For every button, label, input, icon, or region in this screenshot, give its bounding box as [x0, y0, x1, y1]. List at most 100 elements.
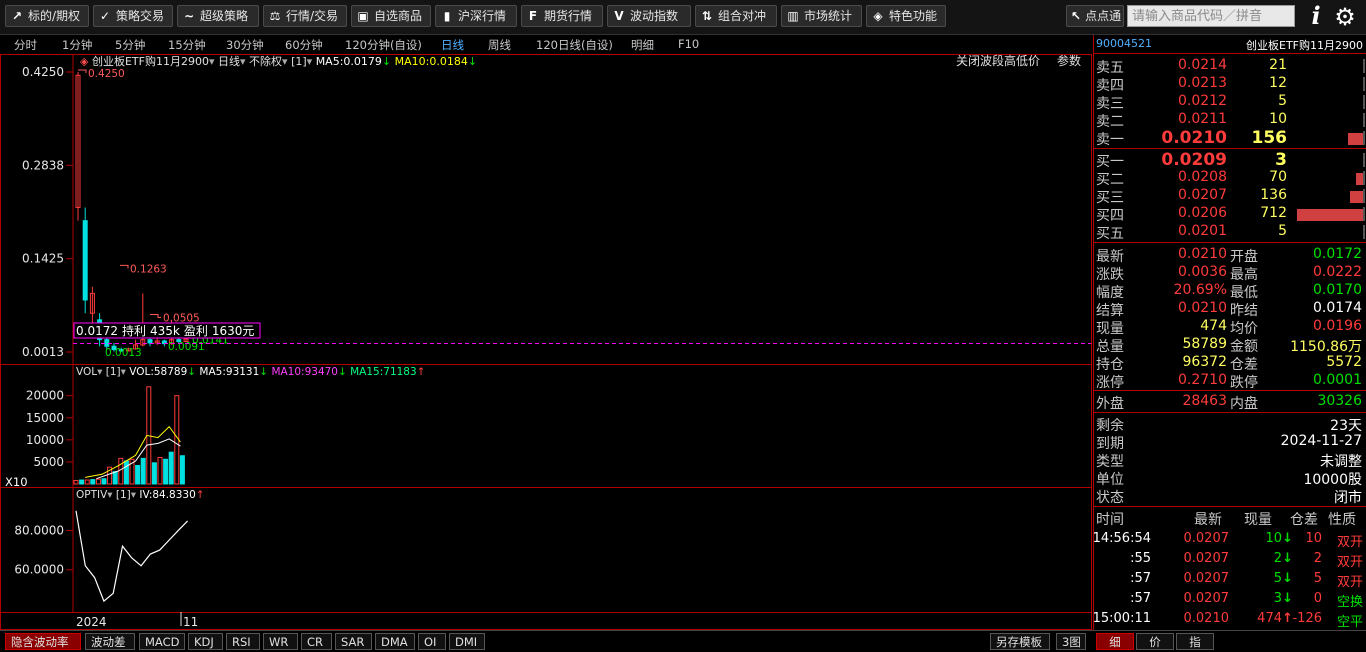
price-annotation: 0.0013 — [105, 347, 142, 359]
quote-panel-tab[interactable]: 细 — [1096, 633, 1134, 650]
book-scroll-track — [1363, 189, 1365, 203]
indicator-tab[interactable]: DMA — [375, 633, 415, 650]
indicator-tab[interactable]: 隐含波动率 — [5, 633, 81, 650]
volume-bar — [163, 458, 169, 485]
vol-y-tick-label: 5000 — [33, 455, 64, 469]
adjust-mode: 不除权 — [249, 54, 282, 68]
book-price[interactable]: 0.0209 — [1161, 150, 1227, 170]
toolbar-button-label: 行情/交易 — [286, 9, 339, 23]
contract-info-label: 到期 — [1096, 436, 1124, 452]
book-price[interactable]: 0.0206 — [1178, 205, 1227, 221]
book-price[interactable]: 0.0212 — [1178, 93, 1227, 109]
main-chart-title[interactable]: ◈ 创业板ETF购11月2900▾ 日线▾ 不除权▾ [1]▾ MA5:0.01… — [80, 54, 477, 68]
volume-bar — [90, 479, 96, 485]
save-template-button[interactable]: 另存模板 — [990, 633, 1050, 650]
book-price[interactable]: 0.0201 — [1178, 223, 1227, 239]
outer-volume-label: 外盘 — [1096, 396, 1124, 412]
book-price[interactable]: 0.0214 — [1178, 57, 1227, 73]
tick-table-header: 仓差 — [1290, 512, 1318, 528]
book-price[interactable]: 0.0207 — [1178, 187, 1227, 203]
period-tab[interactable]: 120日线(自设) — [536, 37, 613, 53]
toolbar-check-button[interactable]: ✓ 策略交易 — [93, 5, 173, 27]
quote-stat-label: 现量 — [1096, 321, 1124, 337]
toolbar-scale-button[interactable]: ⚖ 行情/交易 — [263, 5, 347, 27]
toolbar-wave-button[interactable]: ∼ 超级策略 — [177, 5, 259, 27]
bottom-tabs: 隐含波动率 波动差 MACD KDJ RSI WR CR SAR DMA OI DMI 另存模板 3图细… — [0, 630, 1366, 652]
indicator-tab[interactable]: MACD — [139, 633, 185, 650]
down-arrow-icon: ↓ — [1282, 531, 1293, 546]
volume-bar — [112, 471, 118, 485]
vol-value: VOL:58789 — [129, 366, 187, 378]
book-price[interactable]: 0.0213 — [1178, 75, 1227, 91]
book-price[interactable]: 0.0208 — [1178, 169, 1227, 185]
position-info-item: 0.0172 — [76, 324, 118, 338]
toolbar-chart-line-button[interactable]: ↗ 标的/期权 — [5, 5, 89, 27]
indicator-tab[interactable]: KDJ — [188, 633, 223, 650]
indicator-tab[interactable]: SAR — [335, 633, 372, 650]
divider — [1094, 148, 1366, 149]
period-tab[interactable]: 60分钟 — [285, 37, 323, 53]
quote-panel-tab[interactable]: 价 — [1136, 633, 1174, 650]
book-level-label: 卖四 — [1096, 78, 1124, 94]
ma10-value: MA10:0.0184 — [395, 55, 468, 68]
period-tab[interactable]: 1分钟 — [62, 37, 92, 53]
period-tab[interactable]: 30分钟 — [226, 37, 264, 53]
quote-stat-label: 金额 — [1230, 339, 1258, 355]
info-icon[interactable]: i — [1305, 3, 1327, 29]
period-tab[interactable]: 120分钟(自设) — [345, 37, 422, 53]
period-tab[interactable]: F10 — [678, 37, 699, 51]
volume-bar — [135, 464, 141, 485]
search-input[interactable]: 请输入商品代码／拼音 — [1127, 5, 1295, 27]
quote-panel-tab[interactable]: 指 — [1176, 633, 1214, 650]
indicator-tab[interactable]: RSI — [226, 633, 260, 650]
indicator-tab[interactable]: WR — [263, 633, 298, 650]
chart-area[interactable]: ◈ 创业板ETF购11月2900▾ 日线▾ 不除权▾ [1]▾ MA5:0.01… — [0, 53, 1092, 630]
kline-chart[interactable]: ◈ 创业板ETF购11月2900▾ 日线▾ 不除权▾ [1]▾ MA5:0.01… — [0, 53, 1092, 630]
quote-stat-label: 涨停 — [1096, 375, 1124, 391]
period-tab[interactable]: 明细 — [631, 37, 654, 53]
contract-info-label: 剩余 — [1096, 418, 1124, 434]
book-volume: 10 — [1269, 111, 1287, 127]
toolbar-button-label: 自选商品 — [374, 9, 423, 23]
point-button[interactable]: ↖ 点点通 — [1066, 5, 1124, 27]
toolbar-f-letter-button[interactable]: F 期货行情 — [521, 5, 603, 27]
tick-oi-change: 10 — [1305, 531, 1322, 546]
position-info-item: 持利 — [122, 323, 146, 338]
inner-volume-value: 30326 — [1317, 393, 1362, 409]
indicator-tab[interactable]: CR — [301, 633, 332, 650]
toolbar-v-letter-button[interactable]: V 波动指数 — [607, 5, 691, 27]
vol-ma15: MA15:71183 — [350, 366, 417, 378]
iv-value: IV:84.8330 — [139, 489, 195, 501]
toolbar-cart-button[interactable]: ▣ 自选商品 — [351, 5, 431, 27]
book-price[interactable]: 0.0211 — [1178, 111, 1227, 127]
period-tab[interactable]: 5分钟 — [115, 37, 145, 53]
period-tab[interactable]: 分时 — [14, 37, 37, 53]
vol-chart-title[interactable]: VOL▾ [1]▾ VOL:58789↓ MA5:93131↓ MA10:934… — [76, 366, 425, 378]
indicator-tab[interactable]: DMI — [449, 633, 485, 650]
iv-chart-title[interactable]: OPTIV▾ [1]▾ IV:84.8330↑ — [76, 489, 205, 501]
period-tab[interactable]: 周线 — [488, 37, 511, 53]
f-letter-icon: F — [528, 9, 538, 23]
toolbar-cube-button[interactable]: ◈ 特色功能 — [866, 5, 946, 27]
period-tab[interactable]: 日线 — [441, 37, 464, 53]
contract-info-label: 状态 — [1096, 490, 1124, 506]
gear-icon[interactable]: ⚙ — [1331, 3, 1359, 31]
indicator-tab[interactable]: OI — [418, 633, 446, 650]
cube-icon: ◈ — [873, 9, 883, 23]
volume-bar — [123, 460, 129, 485]
layout-3-button[interactable]: 3图 — [1056, 633, 1086, 650]
toolbar-bars-button[interactable]: ▮ 沪深行情 — [435, 5, 517, 27]
quote-stat-value: 20.69% — [1173, 282, 1227, 298]
period-tab[interactable]: 15分钟 — [168, 37, 206, 53]
chart-line-icon: ↗ — [11, 9, 23, 23]
toolbar-button-label: 策略交易 — [116, 9, 165, 23]
book-price[interactable]: 0.0210 — [1161, 128, 1227, 148]
position-info-item: 435k — [150, 324, 180, 338]
params-button[interactable]: 参数 — [1057, 53, 1081, 68]
toolbar-stats-button[interactable]: ▥ 市场统计 — [781, 5, 862, 27]
close-band-button[interactable]: 关闭波段高低价 — [956, 53, 1040, 68]
contract-info-value: 23天 — [1330, 418, 1362, 434]
indicator-tab[interactable]: 波动差 — [85, 633, 135, 650]
contract-info-label: 类型 — [1096, 454, 1124, 470]
toolbar-arrows-button[interactable]: ⇅ 组合对冲 — [695, 5, 777, 27]
